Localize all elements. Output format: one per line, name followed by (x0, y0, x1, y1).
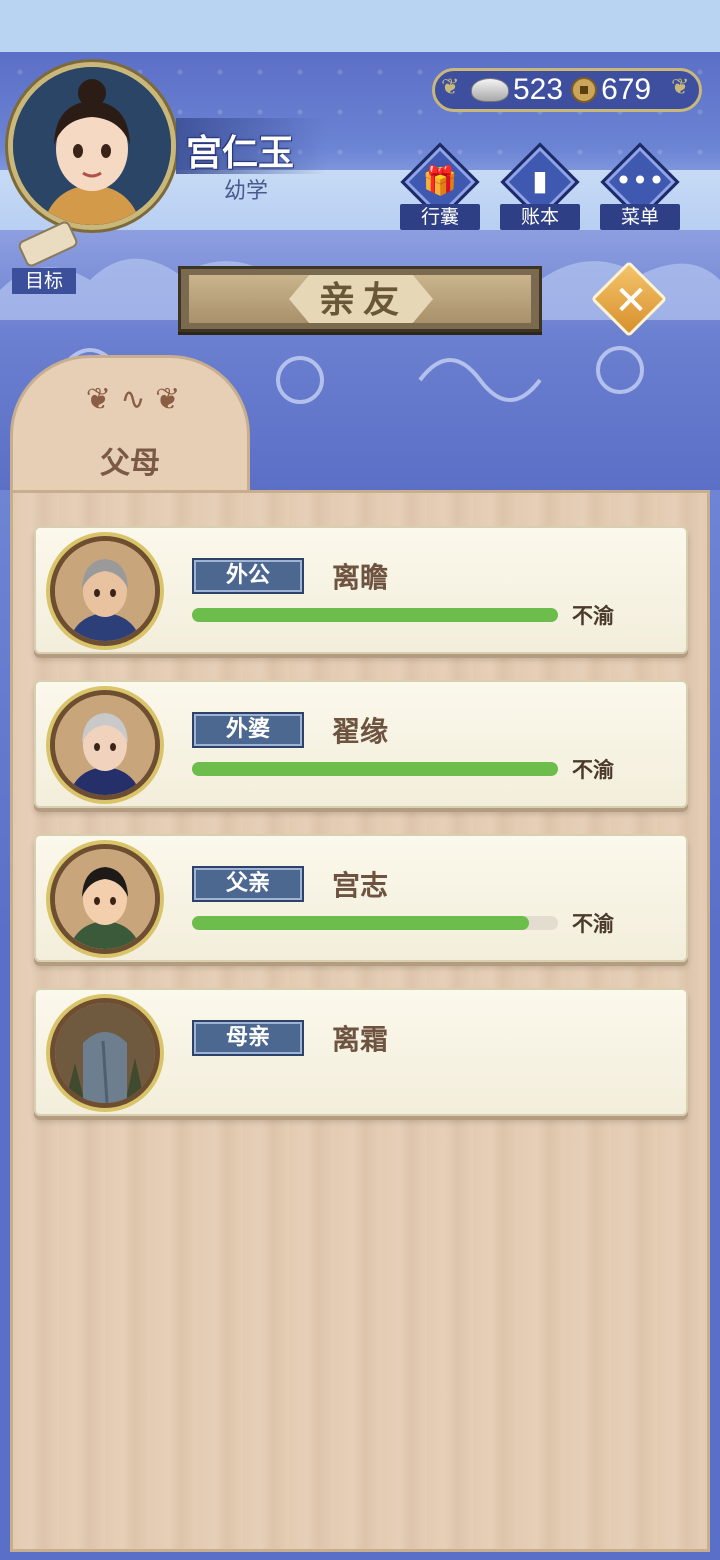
bag-button[interactable]: 🎁 行囊 (398, 142, 482, 234)
affinity-bar (192, 608, 558, 622)
relative-portrait[interactable] (50, 844, 160, 954)
menu-label: 菜单 (600, 204, 680, 230)
tab-label: 父母 (100, 446, 160, 481)
relative-portrait[interactable] (50, 536, 160, 646)
relative-name: 宫志 (332, 869, 389, 902)
silver-ingot-icon (471, 78, 509, 102)
bag-label: 行囊 (400, 204, 480, 230)
tombstone-icon (55, 1003, 155, 1103)
silver-amount: 523 (513, 73, 564, 106)
relative-name: 翟缘 (332, 715, 389, 748)
relative-portrait[interactable] (50, 690, 160, 800)
ledger-label: 账本 (500, 204, 580, 230)
relative-card[interactable]: 父亲 宫志不渝 (34, 834, 688, 962)
portrait-face-icon (55, 541, 155, 641)
affinity-bar (192, 916, 558, 930)
page-title: 亲友 (318, 280, 407, 321)
relation-tag: 父亲 (192, 866, 304, 902)
title-board: 亲友 (178, 266, 542, 332)
affinity-bar-fill (192, 916, 529, 930)
bamboo-left-icon: ❦ (441, 75, 460, 100)
bamboo-right-icon: ❦ (671, 75, 690, 100)
relative-portrait[interactable] (50, 998, 160, 1108)
relation-tag: 外公 (192, 558, 304, 594)
relation-tag: 外婆 (192, 712, 304, 748)
affinity-bar-fill (192, 762, 558, 776)
copper-coin-icon (571, 77, 598, 103)
mood-status: 不渝 (572, 912, 614, 936)
cloud-ornament-icon: ❦ ∿ ❦ (85, 382, 181, 417)
bag-icon: 🎁 (422, 164, 458, 197)
relative-name: 离瞻 (332, 561, 389, 594)
portrait-face-icon (55, 849, 155, 949)
tab-parents[interactable]: ❦ ∿ ❦ (10, 355, 250, 505)
currency-bar: ❦ 523 679 ❦ (432, 68, 702, 112)
mood-status: 不渝 (572, 758, 614, 782)
affinity-bar (192, 762, 558, 776)
ledger-icon: ▮ (532, 164, 548, 197)
goal-button[interactable]: 目标 (8, 219, 82, 294)
top-status-area (0, 0, 720, 52)
portrait-face-icon (55, 695, 155, 795)
goal-label: 目标 (12, 268, 76, 294)
relative-card[interactable]: 母亲 离霜 (34, 988, 688, 1116)
relative-card[interactable]: 外婆 翟缘不渝 (34, 680, 688, 808)
relative-card[interactable]: 外公 离瞻不渝 (34, 526, 688, 654)
relation-tag: 母亲 (192, 1020, 304, 1056)
player-stage: 幼学 (224, 179, 269, 204)
mood-status: 不渝 (572, 604, 614, 628)
player-avatar[interactable] (8, 62, 176, 230)
relative-name: 离霜 (332, 1023, 389, 1056)
more-icon: ••• (615, 164, 665, 197)
close-icon[interactable]: ✕ (604, 274, 658, 328)
menu-button[interactable]: ••• 菜单 (598, 142, 682, 234)
player-portrait-icon (13, 67, 171, 225)
player-name: 宫仁玉 (186, 133, 295, 174)
copper-amount: 679 (601, 73, 652, 106)
ledger-button[interactable]: ▮ 账本 (498, 142, 582, 234)
affinity-bar-fill (192, 608, 558, 622)
